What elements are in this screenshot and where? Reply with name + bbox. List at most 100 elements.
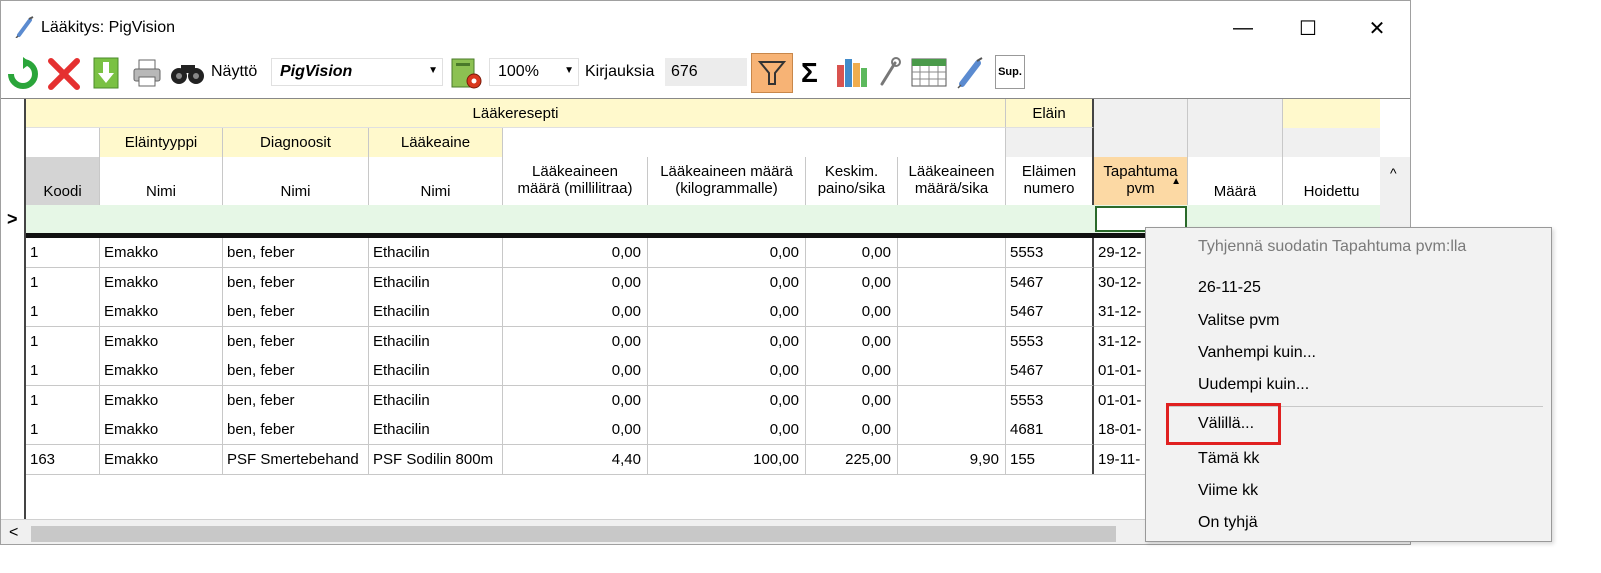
download-icon[interactable] [90,56,122,90]
table-cell[interactable]: 0,00 [503,386,648,416]
table-cell[interactable]: 0,00 [503,238,648,268]
books-chart-icon[interactable] [834,55,870,89]
table-cell[interactable]: ben, feber [223,356,369,386]
table-cell[interactable] [898,297,1006,327]
table-cell[interactable]: 4,40 [503,445,648,475]
table-cell[interactable]: 1 [26,297,100,327]
table-cell[interactable]: Ethacilin [369,386,503,416]
table-cell[interactable]: Ethacilin [369,327,503,357]
column-header-nimi[interactable]: Nimi [223,157,369,205]
table-cell[interactable]: 0,00 [806,356,898,386]
table-cell[interactable]: 0,00 [648,327,806,357]
table-cell[interactable]: 0,00 [503,415,648,445]
table-cell[interactable]: 0,00 [806,327,898,357]
column-header-pvm[interactable]: Tapahtuma pvm ▲ [1094,157,1188,205]
table-cell[interactable]: 5553 [1006,386,1094,416]
table-cell[interactable]: PSF Sodilin 800m [369,445,503,475]
menu-item-today-date[interactable]: 26-11-25 [1198,279,1261,297]
table-cell[interactable]: 0,00 [648,238,806,268]
column-header-maara[interactable]: Määrä [1188,157,1283,205]
column-header-persika[interactable]: Lääkeaineen määrä/sika [898,157,1006,205]
table-cell[interactable]: 5467 [1006,356,1094,386]
table-cell[interactable]: 5467 [1006,297,1094,327]
menu-item-this-month[interactable]: Tämä kk [1198,450,1259,468]
table-cell[interactable]: 0,00 [648,268,806,298]
column-header-nimi[interactable]: Nimi [100,157,223,205]
calendar-icon[interactable] [910,56,948,88]
table-cell[interactable]: ben, feber [223,327,369,357]
table-cell[interactable]: Emakko [100,415,223,445]
refresh-icon[interactable] [6,57,40,91]
table-cell[interactable]: 1 [26,238,100,268]
table-cell[interactable]: 155 [1006,445,1094,475]
table-cell[interactable]: 0,00 [503,356,648,386]
table-cell[interactable] [898,238,1006,268]
menu-item-last-month[interactable]: Viime kk [1198,482,1258,500]
table-cell[interactable]: 0,00 [503,297,648,327]
column-header-ml[interactable]: Lääkeaineen määrä (millilitraa) [503,157,648,205]
menu-item-clear-filter[interactable]: Tyhjennä suodatin Tapahtuma pvm:lla [1198,238,1466,256]
filter-button[interactable] [751,53,793,93]
table-cell[interactable]: 4681 [1006,415,1094,445]
table-cell[interactable] [898,415,1006,445]
table-cell[interactable] [898,356,1006,386]
table-cell[interactable]: 1 [26,415,100,445]
table-cell[interactable]: Emakko [100,445,223,475]
table-cell[interactable]: 1 [26,386,100,416]
sup-button[interactable]: Sup. [995,55,1025,89]
table-cell[interactable]: 100,00 [648,445,806,475]
scrollbar-thumb[interactable] [31,526,1116,542]
table-cell[interactable]: 5553 [1006,238,1094,268]
sigma-icon[interactable]: Σ [801,57,818,89]
menu-item-older-than[interactable]: Vanhempi kuin... [1198,344,1316,362]
table-cell[interactable]: 0,00 [503,327,648,357]
table-cell[interactable]: PSF Smertebehand [223,445,369,475]
column-header-nimi[interactable]: Nimi [369,157,503,205]
table-cell[interactable]: 5467 [1006,268,1094,298]
naytto-select[interactable]: PigVision ▼ [271,58,443,86]
table-cell[interactable]: 163 [26,445,100,475]
table-cell[interactable]: Emakko [100,297,223,327]
column-header-kg[interactable]: Lääkeaineen määrä (kilogrammalle) [648,157,806,205]
table-cell[interactable]: ben, feber [223,415,369,445]
table-cell[interactable]: ben, feber [223,238,369,268]
menu-item-between[interactable]: Välillä... [1198,415,1254,433]
table-cell[interactable]: Emakko [100,327,223,357]
delete-icon[interactable] [47,57,81,91]
table-cell[interactable]: 1 [26,356,100,386]
table-cell[interactable]: 225,00 [806,445,898,475]
table-cell[interactable]: 0,00 [806,268,898,298]
table-cell[interactable]: 5553 [1006,327,1094,357]
table-cell[interactable]: 9,90 [898,445,1006,475]
table-cell[interactable]: 0,00 [806,238,898,268]
table-cell[interactable]: 0,00 [648,297,806,327]
table-cell[interactable]: 1 [26,327,100,357]
column-header-koodi[interactable]: Koodi [26,157,100,205]
table-cell[interactable]: ben, feber [223,386,369,416]
table-cell[interactable]: Emakko [100,386,223,416]
table-cell[interactable]: Ethacilin [369,238,503,268]
column-header-hoidettu[interactable]: Hoidettu [1283,157,1380,205]
table-cell[interactable]: Emakko [100,356,223,386]
column-header-paino[interactable]: Keskim. paino/sika [806,157,898,205]
table-cell[interactable]: 0,00 [806,415,898,445]
table-cell[interactable]: Ethacilin [369,297,503,327]
menu-item-is-empty[interactable]: On tyhjä [1198,514,1258,532]
binoculars-icon[interactable] [169,59,207,87]
table-cell[interactable]: 0,00 [648,386,806,416]
table-cell[interactable]: Ethacilin [369,268,503,298]
table-cell[interactable]: ben, feber [223,268,369,298]
table-cell[interactable]: Emakko [100,238,223,268]
zoom-select[interactable]: 100% ▼ [489,58,579,86]
scroll-up-icon[interactable]: ^ [1390,165,1397,181]
table-cell[interactable] [898,386,1006,416]
table-cell[interactable]: Emakko [100,268,223,298]
table-cell[interactable]: ben, feber [223,297,369,327]
menu-item-select-date[interactable]: Valitse pvm [1198,312,1280,330]
table-cell[interactable] [898,327,1006,357]
table-cell[interactable]: 0,00 [806,297,898,327]
report-settings-icon[interactable] [448,55,484,91]
table-cell[interactable]: Ethacilin [369,356,503,386]
menu-item-newer-than[interactable]: Uudempi kuin... [1198,376,1309,394]
column-header-elainnro[interactable]: Eläimen numero [1006,157,1094,205]
